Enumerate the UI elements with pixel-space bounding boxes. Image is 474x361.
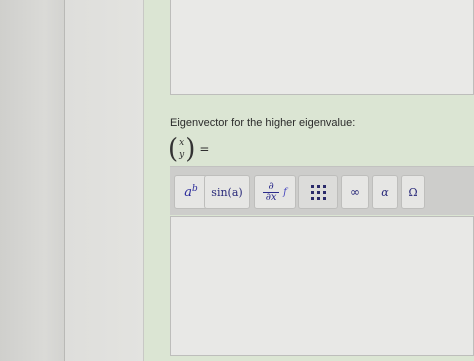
sin-label: sin(a) xyxy=(211,185,243,199)
infinity-button[interactable]: ∞ xyxy=(341,175,369,209)
left-panel xyxy=(0,0,65,361)
right-paren: ) xyxy=(185,133,196,165)
partial-top: ∂ xyxy=(268,180,274,192)
partial-derivative-button[interactable]: ∂ ∂x f xyxy=(254,175,296,209)
middle-panel xyxy=(65,0,144,361)
answer-input[interactable] xyxy=(170,216,474,356)
power-exponent: b xyxy=(192,184,198,194)
partial-f: f xyxy=(283,186,287,198)
previous-answer-input[interactable] xyxy=(170,0,474,95)
infinity-label: ∞ xyxy=(350,185,360,199)
alpha-label: α xyxy=(381,185,389,199)
greek-omega-button[interactable]: Ω xyxy=(401,175,425,209)
partial-bottom: ∂x xyxy=(265,191,277,203)
partial-fraction: ∂ ∂x xyxy=(263,180,280,203)
omega-label: Ω xyxy=(408,185,418,199)
matrix-button[interactable] xyxy=(298,175,338,209)
power-base: a xyxy=(184,184,192,200)
vector-components: x y xyxy=(178,137,185,161)
power-button[interactable]: ab xyxy=(174,175,208,209)
greek-alpha-button[interactable]: α xyxy=(372,175,398,209)
matrix-icon xyxy=(310,184,326,200)
vector-x: x xyxy=(179,138,185,148)
sin-button[interactable]: sin(a) xyxy=(204,175,250,209)
left-paren: ( xyxy=(168,133,179,165)
question-prompt: Eigenvector for the higher eigenvalue: xyxy=(170,117,356,129)
equals-sign: = xyxy=(199,142,210,156)
math-toolbar: ab sin(a) ∂ ∂x f ∞ α Ω xyxy=(170,166,474,215)
vector-expression: ( x y ) = xyxy=(168,133,210,165)
vector-y: y xyxy=(179,150,185,160)
